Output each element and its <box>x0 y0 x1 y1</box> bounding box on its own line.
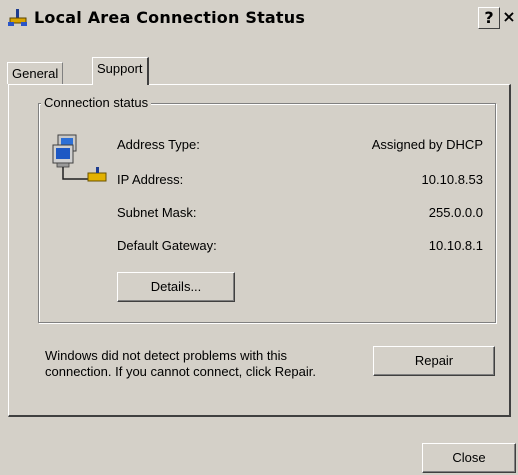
tab-support[interactable]: Support <box>92 57 149 85</box>
repair-button[interactable]: Repair <box>373 346 495 376</box>
subnet-mask-value: 255.0.0.0 <box>428 205 483 220</box>
diagnosis-message: Windows did not detect problems with thi… <box>45 348 316 379</box>
default-gateway-value: 10.10.8.1 <box>428 238 483 253</box>
network-computers-icon <box>52 134 107 182</box>
network-connection-icon <box>8 9 27 26</box>
ip-address-label: IP Address: <box>117 172 184 187</box>
close-button[interactable]: Close <box>422 443 516 473</box>
title-bar: Local Area Connection Status ? × <box>0 0 518 36</box>
details-button[interactable]: Details... <box>117 272 235 302</box>
tab-general[interactable]: General <box>7 62 64 84</box>
subnet-mask-label: Subnet Mask: <box>117 205 197 220</box>
help-button[interactable]: ? <box>478 7 500 29</box>
ip-address-value: 10.10.8.53 <box>421 172 483 187</box>
close-window-button[interactable]: × <box>500 7 518 27</box>
window-title: Local Area Connection Status <box>34 8 306 27</box>
address-type-value: Assigned by DHCP <box>371 137 483 152</box>
address-type-label: Address Type: <box>117 137 200 152</box>
connection-status-label: Connection status <box>41 95 152 111</box>
default-gateway-label: Default Gateway: <box>117 238 217 253</box>
